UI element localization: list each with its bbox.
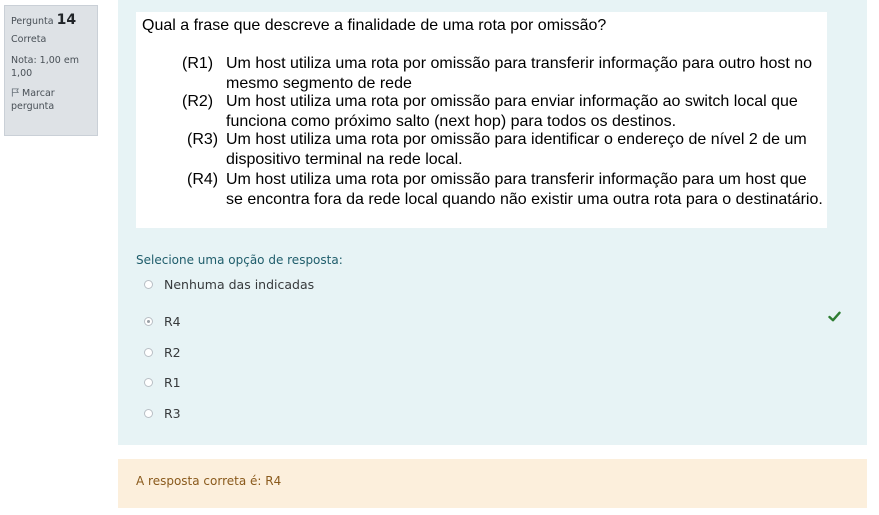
flag-question-link[interactable]: Marcar pergunta <box>11 88 91 114</box>
radio-button[interactable] <box>144 377 153 387</box>
answer-option-label: Nenhuma das indicadas <box>164 276 315 292</box>
question-state: Correta <box>11 33 47 45</box>
statement-tag: (R4) <box>187 171 219 188</box>
answer-option-label: R3 <box>164 405 181 421</box>
right-answer-text: A resposta correta é: R4 <box>136 474 282 488</box>
answer-option-selected[interactable]: R4 <box>144 312 181 330</box>
answer-prompt: Selecione uma opção de resposta: <box>136 253 343 267</box>
radio-button[interactable] <box>144 347 153 357</box>
answer-option[interactable]: R2 <box>144 343 181 361</box>
flag-icon <box>11 88 20 97</box>
statement-tag: (R2) <box>182 93 214 110</box>
question-title: Qual a frase que descreve a finalidade d… <box>142 17 607 34</box>
answer-option[interactable]: R3 <box>144 404 181 422</box>
question-label: Pergunta <box>11 16 54 27</box>
answer-option[interactable]: Nenhuma das indicadas <box>144 275 314 293</box>
answer-feedback: A resposta correta é: R4 <box>118 459 867 508</box>
answer-option[interactable]: R1 <box>144 373 181 391</box>
question-info: Pergunta 14 Correta Nota: 1,00 em 1,00 M… <box>4 5 98 136</box>
question-number: Pergunta 14 <box>11 11 91 30</box>
question-formulation: Qual a frase que descreve a finalidade d… <box>118 0 867 445</box>
statement-text: Um host utiliza uma rota por omissão par… <box>226 171 823 208</box>
statement-text: Um host utiliza uma rota por omissão par… <box>226 93 798 130</box>
answer-option-label: R4 <box>164 313 181 329</box>
statement-r3: (R3) Um host utiliza uma rota por omissã… <box>187 130 827 169</box>
check-icon <box>828 311 841 322</box>
statement-text: Um host utiliza uma rota por omissão par… <box>226 131 807 168</box>
statement-r4: (R4) Um host utiliza uma rota por omissã… <box>187 170 827 209</box>
statement-r2: (R2) Um host utiliza uma rota por omissã… <box>182 92 822 131</box>
statement-tag: (R3) <box>187 131 219 148</box>
radio-button[interactable] <box>144 408 153 418</box>
statement-r1: (R1) Um host utiliza uma rota por omissã… <box>182 54 822 93</box>
question-grade: Nota: 1,00 em 1,00 <box>11 54 79 79</box>
question-number-value: 14 <box>56 12 77 28</box>
question-text-image: Qual a frase que descreve a finalidade d… <box>136 12 827 228</box>
statement-text: Um host utiliza uma rota por omissão par… <box>226 55 813 92</box>
answer-option-label: R2 <box>164 344 181 360</box>
radio-button[interactable] <box>144 279 153 289</box>
statement-tag: (R1) <box>182 55 214 72</box>
radio-button-checked[interactable] <box>144 316 153 326</box>
answer-option-label: R1 <box>164 374 181 390</box>
